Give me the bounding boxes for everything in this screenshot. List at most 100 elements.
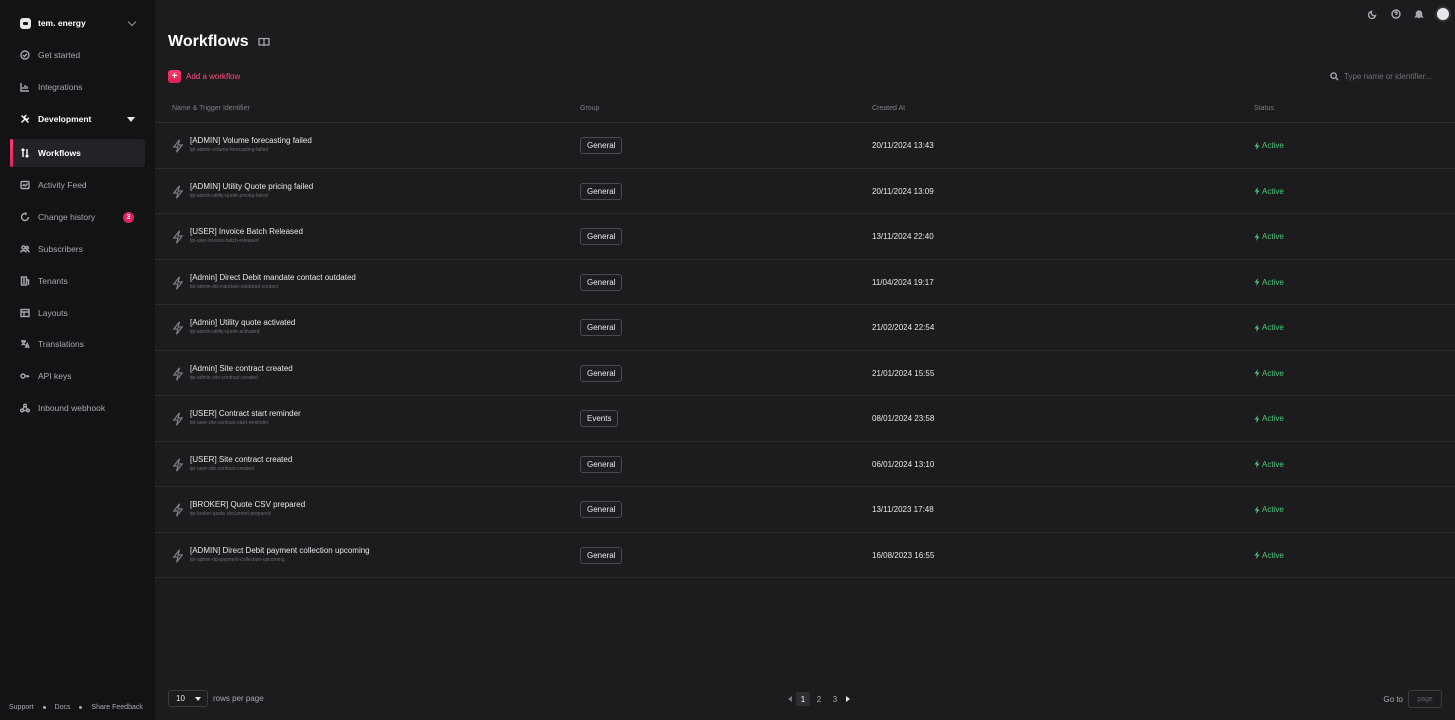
status-label: Active xyxy=(1262,186,1284,196)
separator-dot xyxy=(79,706,83,709)
user-avatar[interactable] xyxy=(1435,6,1451,22)
caret-down-icon xyxy=(127,116,135,122)
workflow-trigger-id: tpi-user-invoice-batch-released xyxy=(190,238,259,244)
workflow-trigger-id: tpi-user-site-contract-created xyxy=(190,465,254,472)
page-size-select[interactable]: 10 xyxy=(168,690,208,707)
history-icon xyxy=(20,212,30,222)
created-at: 20/11/2024 13:43 xyxy=(872,141,934,150)
created-at: 16/08/2023 16:55 xyxy=(872,550,935,560)
status-badge: Active xyxy=(1254,232,1284,241)
app-root: tem. energy Get started Integrations Dev… xyxy=(0,0,1455,720)
table-row[interactable]: [USER] Site contract created tpi-user-sit… xyxy=(155,442,1455,487)
docs-link[interactable]: Docs xyxy=(55,704,71,711)
bolt-icon xyxy=(1254,505,1260,514)
help-icon[interactable] xyxy=(1389,7,1403,21)
status-badge: Active xyxy=(1254,369,1284,378)
workflow-trigger-id: tpi-admin-dd-payment-collection-upcoming xyxy=(190,556,285,563)
sidebar-item-integrations[interactable]: Integrations xyxy=(10,73,145,101)
bolt-icon xyxy=(1254,369,1260,377)
sidebar-item-api-keys[interactable]: API keys xyxy=(10,362,145,390)
page-number-1[interactable]: 1 xyxy=(796,692,810,706)
sidebar-item-activity-feed[interactable]: Activity Feed xyxy=(10,171,145,199)
sidebar-item-tenants[interactable]: Tenants xyxy=(10,267,145,295)
org-switcher[interactable]: tem. energy xyxy=(16,14,139,32)
bolt-icon xyxy=(1254,414,1260,423)
search-input[interactable] xyxy=(1344,72,1439,81)
status-badge: Active xyxy=(1254,460,1284,469)
table-row[interactable]: [ADMIN] Volume forecasting failed tpi-adm… xyxy=(155,123,1455,169)
prev-page-icon[interactable] xyxy=(785,692,795,706)
share-feedback-link[interactable]: Share Feedback xyxy=(91,704,142,711)
table-row[interactable]: [Admin] Direct Debit mandate contact out… xyxy=(155,260,1455,305)
created-at: 21/02/2024 22:54 xyxy=(872,323,935,332)
sidebar-item-label: Translations xyxy=(38,339,84,349)
status-label: Active xyxy=(1262,368,1284,378)
bolt-icon xyxy=(1254,187,1260,195)
workflow-bolt-icon xyxy=(172,503,184,517)
workflow-trigger-id: tpi-admin-utility-quote-activated xyxy=(190,329,260,335)
support-link[interactable]: Support xyxy=(9,704,34,711)
bolt-icon xyxy=(1254,141,1260,150)
group-tag: General xyxy=(580,319,623,336)
goto-page-input[interactable] xyxy=(1408,690,1442,708)
notification-bell-icon[interactable] xyxy=(1412,7,1426,21)
page-number-3[interactable]: 3 xyxy=(828,692,842,706)
sidebar-item-label: Layouts xyxy=(38,308,68,318)
created-at: 20/11/2024 13:09 xyxy=(872,186,934,196)
page-header: Workflows xyxy=(168,33,270,51)
created-at: 06/01/2024 13:10 xyxy=(872,459,935,469)
workflow-name: [USER] Invoice Batch Released xyxy=(190,227,303,236)
webhook-icon xyxy=(20,403,30,413)
sidebar-item-subscribers[interactable]: Subscribers xyxy=(10,235,145,263)
next-page-icon[interactable] xyxy=(843,692,853,706)
key-icon xyxy=(20,371,30,381)
bolt-icon xyxy=(1254,278,1260,286)
workflow-name: [Admin] Direct Debit mandate contact out… xyxy=(190,272,356,282)
sidebar-item-inbound-webhook[interactable]: Inbound webhook xyxy=(10,394,145,422)
sidebar-item-label: Activity Feed xyxy=(38,180,87,190)
workflow-bolt-icon xyxy=(172,275,184,290)
table-row[interactable]: [USER] Invoice Batch Released tpi-user-in… xyxy=(155,214,1455,260)
dark-mode-icon[interactable] xyxy=(1366,7,1380,21)
search-icon xyxy=(1330,72,1339,81)
table-row[interactable]: [USER] Contract start reminder tpi-user-s… xyxy=(155,396,1455,442)
add-workflow-button[interactable]: + Add a workflow xyxy=(168,70,240,83)
workflow-bolt-icon xyxy=(172,457,184,472)
workflow-name: [ADMIN] Direct Debit payment collection … xyxy=(190,545,370,555)
search-box xyxy=(1330,71,1442,82)
created-at: 13/11/2024 22:40 xyxy=(872,232,934,241)
group-tag: General xyxy=(580,228,623,245)
table-row[interactable]: [ADMIN] Direct Debit payment collection … xyxy=(155,533,1455,578)
workflow-name: [USER] Contract start reminder xyxy=(190,409,301,418)
workflow-name: [BROKER] Quote CSV prepared xyxy=(190,500,306,509)
group-tag: General xyxy=(580,501,623,518)
table-row[interactable]: [Admin] Site contract created tpi-admin-s… xyxy=(155,351,1455,396)
sidebar-item-layouts[interactable]: Layouts xyxy=(10,299,145,327)
workflow-name: [Admin] Utility quote activated xyxy=(190,318,296,327)
workflow-bolt-icon xyxy=(172,548,184,563)
group-tag: General xyxy=(580,455,623,473)
status-badge: Active xyxy=(1254,414,1284,423)
sidebar-item-change-history[interactable]: Change history 3 xyxy=(10,203,145,231)
workflow-name: [Admin] Site contract created xyxy=(190,363,293,373)
group-tag: General xyxy=(580,182,623,200)
goto-label: Go to xyxy=(1383,694,1403,704)
status-label: Active xyxy=(1262,323,1284,332)
sidebar-item-get-started[interactable]: Get started xyxy=(10,41,145,69)
page-size-value: 10 xyxy=(176,694,185,703)
table-row[interactable]: [Admin] Utility quote activated tpi-admin… xyxy=(155,305,1455,351)
table-row[interactable]: [ADMIN] Utility Quote pricing failed tpi-… xyxy=(155,169,1455,214)
created-at: 21/01/2024 15:55 xyxy=(872,368,935,378)
column-header-group: Group xyxy=(580,105,600,112)
sidebar-section-development[interactable]: Development xyxy=(10,105,145,133)
plus-icon: + xyxy=(168,70,181,83)
workflow-name: [ADMIN] Volume forecasting failed xyxy=(190,136,312,145)
table-row[interactable]: [BROKER] Quote CSV prepared tpi-broker-qu… xyxy=(155,487,1455,533)
docs-book-icon[interactable] xyxy=(257,37,270,47)
sidebar-item-workflows[interactable]: Workflows xyxy=(10,139,145,167)
workflow-bolt-icon xyxy=(172,366,184,381)
sidebar-item-translations[interactable]: Translations xyxy=(10,330,145,358)
created-at: 08/01/2024 23:58 xyxy=(872,414,935,423)
sidebar-section-label: Development xyxy=(38,114,92,124)
page-number-2[interactable]: 2 xyxy=(812,692,826,706)
